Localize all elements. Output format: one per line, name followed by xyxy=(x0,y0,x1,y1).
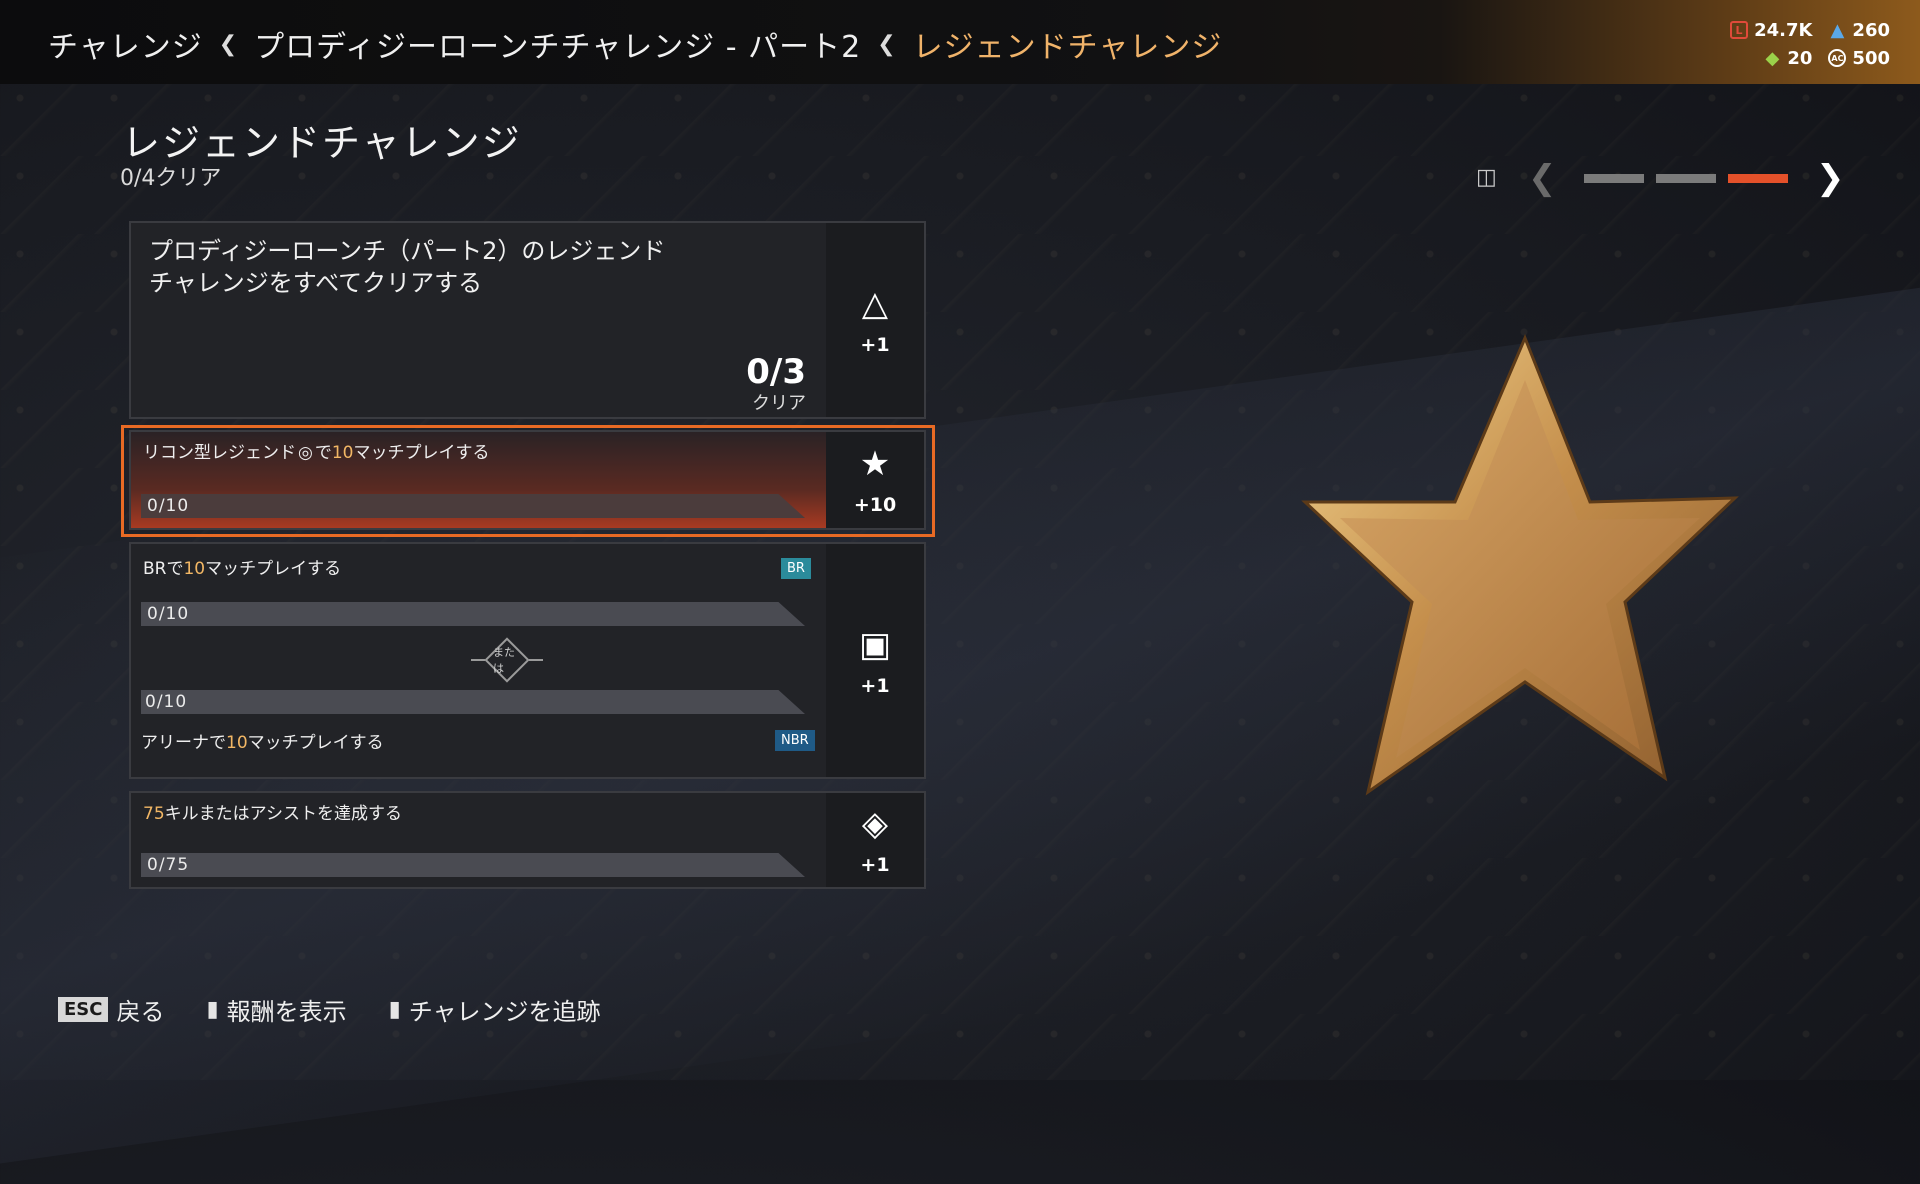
challenge-highlight-number: 10 xyxy=(226,733,248,753)
breadcrumb-prodigy-launch[interactable]: プロディジーローンチチャレンジ - パート2 xyxy=(254,22,861,66)
page-indicator-1[interactable] xyxy=(1584,173,1644,183)
reward-value: +1 xyxy=(860,334,890,356)
page-indicator-2[interactable] xyxy=(1656,173,1716,183)
crafting-metals-value: 260 xyxy=(1852,19,1890,41)
show-rewards-label: 報酬を表示 xyxy=(226,998,347,1026)
or-label: または xyxy=(493,646,515,675)
challenge-text-part: マッチプレイする xyxy=(247,733,384,753)
challenge-card-br-arena[interactable]: BRで10マッチプレイする BR 0/10 または 0/10 アリーナで10マッ… xyxy=(129,542,926,779)
reward-panel: ▣ +1 xyxy=(826,544,924,777)
page-subtitle: 0/4クリア xyxy=(120,166,222,191)
page-title: レジェンドチャレンジ xyxy=(122,121,522,165)
selection-highlight xyxy=(121,425,935,537)
book-icon: ▮ xyxy=(206,997,219,1022)
main-challenge-text: プロディジーローンチ（パート2）のレジェンドチャレンジをすべてクリアする xyxy=(149,237,666,297)
esc-key-icon: ESC xyxy=(58,997,109,1022)
button-prompts: ESC 戻る ▮ 報酬を表示 ▮ チャレンジを追跡 xyxy=(58,992,642,1027)
br-challenge-text: BRで10マッチプレイする xyxy=(143,554,341,579)
main-challenge-count: 0/3 xyxy=(746,352,806,392)
top-bar: チャレンジ ❮ プロディジーローンチチャレンジ - パート2 ❮ レジェンドチャ… xyxy=(0,0,1920,84)
or-diamond-icon: または xyxy=(484,637,530,683)
challenge-card-kills[interactable]: 75キルまたはアシストを達成する 0/75 ◈ +1 xyxy=(129,791,926,889)
mode-tag-br: BR xyxy=(781,558,811,579)
challenge-text-part: キルまたはアシストを達成する xyxy=(164,804,402,824)
back-label: 戻る xyxy=(116,998,165,1026)
progress-label: 0/75 xyxy=(147,855,190,875)
track-challenge-label: チャレンジを追跡 xyxy=(408,998,601,1026)
legend-tokens-value: 24.7K xyxy=(1754,19,1813,41)
chevron-left-icon: ❮ xyxy=(218,31,239,57)
show-rewards-prompt[interactable]: ▮ 報酬を表示 xyxy=(206,992,346,1027)
mode-tag-nbr: NBR xyxy=(775,730,815,751)
track-challenge-prompt[interactable]: ▮ チャレンジを追跡 xyxy=(389,992,601,1027)
apex-pack-icon: △ xyxy=(861,284,889,324)
reward-panel: ◈ +1 xyxy=(826,793,924,887)
crafting-metals-icon: ▲ xyxy=(1830,19,1845,41)
badge-icon: ◈ xyxy=(861,804,889,844)
progress-bar xyxy=(141,853,805,877)
main-challenge-count-label: クリア xyxy=(752,393,806,414)
main-challenge-card[interactable]: プロディジーローンチ（パート2）のレジェンドチャレンジをすべてクリアする 0/3… xyxy=(129,221,926,419)
progress-bar xyxy=(141,690,805,714)
breadcrumb-legend-challenges: レジェンドチャレンジ xyxy=(912,30,1223,65)
star-reward-image xyxy=(1301,334,1739,796)
or-separator: または xyxy=(447,637,567,683)
reward-panel: △ +1 xyxy=(826,223,924,417)
page-indicator xyxy=(1578,173,1794,183)
apex-coins-icon: AC xyxy=(1828,49,1847,67)
page-indicator-3[interactable] xyxy=(1728,173,1788,183)
separator-line xyxy=(529,659,543,661)
apex-coins-value: 500 xyxy=(1852,47,1890,69)
breadcrumb-challenges[interactable]: チャレンジ xyxy=(48,22,203,66)
chevron-left-icon: ❮ xyxy=(877,31,897,57)
challenge-highlight-number: 75 xyxy=(143,804,165,824)
tokens-icon: ◆ xyxy=(1765,47,1780,69)
challenge-text-part: BRで xyxy=(143,559,184,579)
book-icon: ▮ xyxy=(388,997,401,1022)
separator-line xyxy=(471,659,485,661)
card-pack-icon: ▣ xyxy=(858,624,892,665)
currency-display: L 24.7K ▲ 260 ◆ 20 AC 500 xyxy=(1710,16,1890,72)
challenge-highlight-number: 10 xyxy=(183,559,206,579)
previous-arrow-icon[interactable]: ❮ xyxy=(1528,158,1557,198)
progress-label: 0/10 xyxy=(147,604,190,624)
reward-value: +1 xyxy=(860,674,890,697)
tokens-value: 20 xyxy=(1787,47,1813,69)
breadcrumb: チャレンジ ❮ プロディジーローンチチャレンジ - パート2 ❮ レジェンドチャ… xyxy=(48,22,1222,66)
kills-challenge-text: 75キルまたはアシストを達成する xyxy=(143,799,402,824)
progress-bar xyxy=(141,602,805,626)
reward-value: +1 xyxy=(860,854,890,876)
bumper-left-icon[interactable]: ◫ xyxy=(1476,165,1498,191)
challenge-text-part: アリーナで xyxy=(141,733,226,753)
back-prompt[interactable]: ESC 戻る xyxy=(58,992,164,1027)
pager: ◫ ❮ ❯ xyxy=(1476,158,1845,198)
next-arrow-icon[interactable]: ❯ xyxy=(1816,158,1845,198)
arena-challenge-text: アリーナで10マッチプレイする xyxy=(141,728,384,753)
challenge-text-part: マッチプレイする xyxy=(205,559,342,579)
progress-label: 0/10 xyxy=(145,692,188,712)
legend-token-icon: L xyxy=(1730,21,1749,39)
